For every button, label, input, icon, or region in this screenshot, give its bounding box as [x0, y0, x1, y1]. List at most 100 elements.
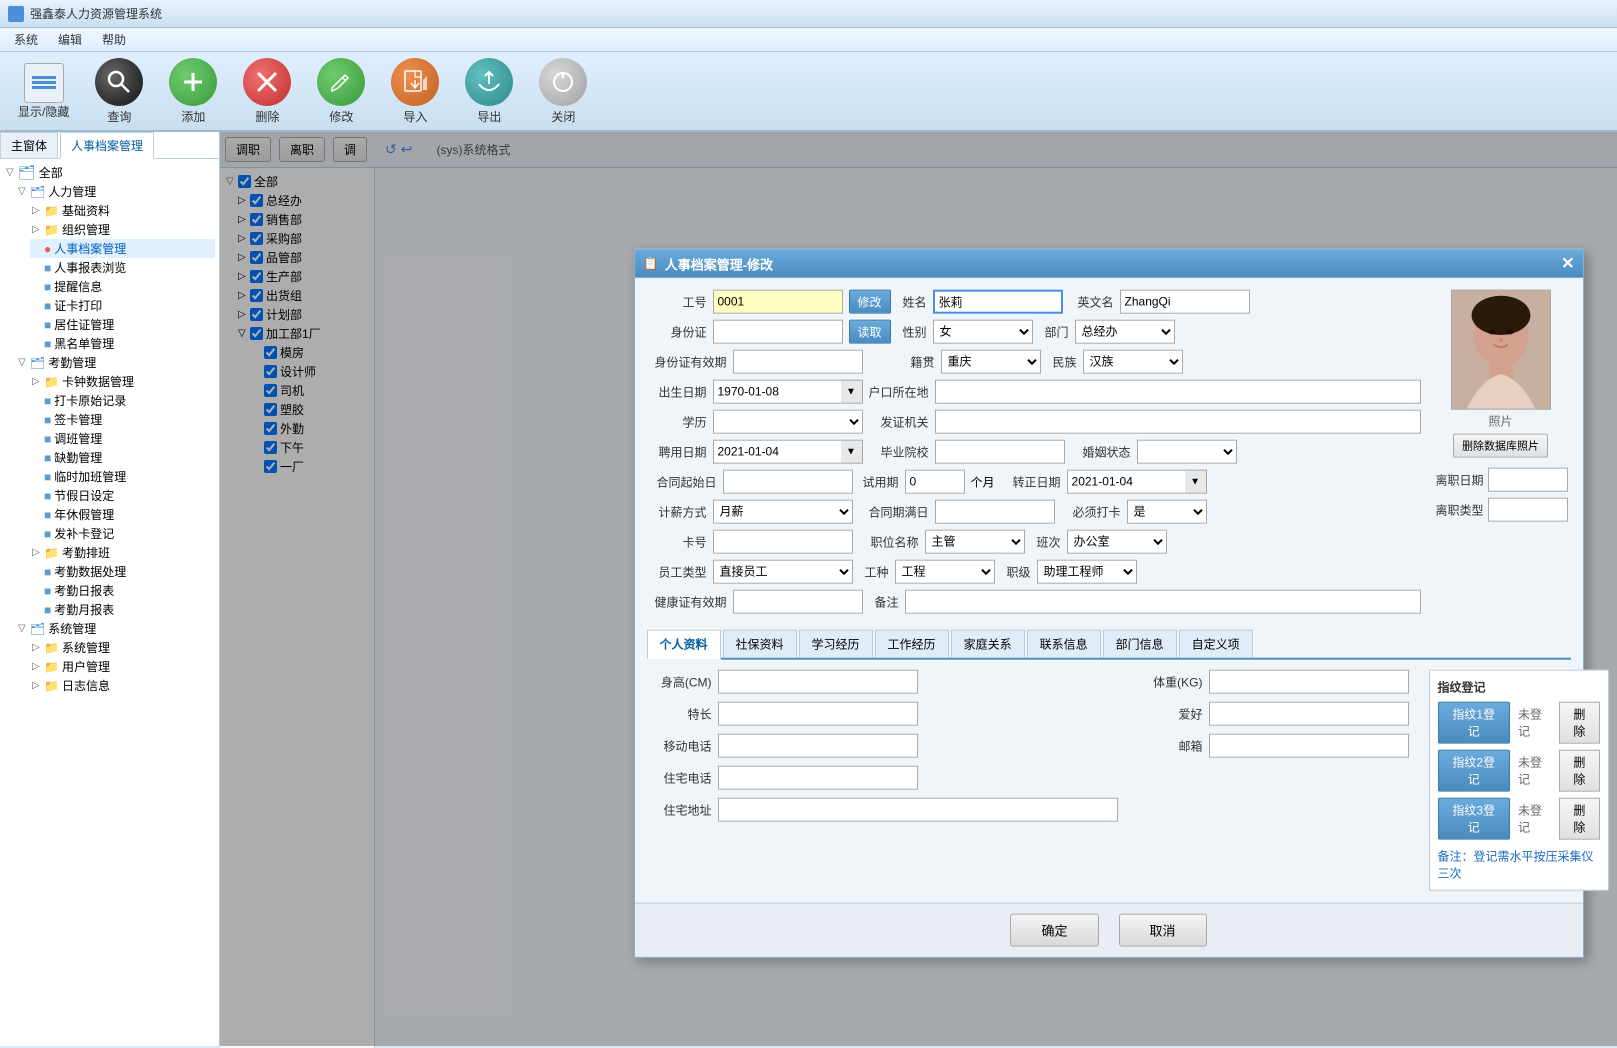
- tab-study-history[interactable]: 学习经历: [799, 630, 873, 658]
- education-select[interactable]: 小学 初中 高中 大专 本科: [713, 410, 863, 434]
- fp1-register-btn[interactable]: 指纹1登记: [1438, 702, 1511, 744]
- dept-select[interactable]: 总经办 销售部: [1075, 320, 1175, 344]
- hobby-input[interactable]: [1209, 702, 1409, 726]
- rank-select[interactable]: 助理工程师 工程师: [1037, 560, 1137, 584]
- tab-hr-archive[interactable]: 人事档案管理: [60, 132, 154, 159]
- contract-end-input[interactable]: [935, 500, 1055, 524]
- departure-type-input[interactable]: [1488, 498, 1568, 522]
- close-app-button[interactable]: 关闭: [531, 54, 595, 129]
- delete-photo-btn[interactable]: 删除数据库照片: [1453, 434, 1548, 458]
- fp2-register-btn[interactable]: 指纹2登记: [1438, 750, 1511, 792]
- payroll-select[interactable]: 月薪 日薪: [713, 500, 853, 524]
- tree-node-overtime[interactable]: ■ 临时加班管理: [30, 467, 215, 486]
- fp3-delete-btn[interactable]: 删除: [1559, 798, 1599, 840]
- menu-system[interactable]: 系统: [4, 29, 48, 50]
- ethnicity-select[interactable]: 汉族: [1083, 350, 1183, 374]
- tab-main-body[interactable]: 主窗体: [0, 132, 58, 158]
- tree-node-reminder[interactable]: ■ 提醒信息: [30, 277, 215, 296]
- tab-contact[interactable]: 联系信息: [1027, 630, 1101, 658]
- english-name-input[interactable]: [1120, 290, 1250, 314]
- issuing-input[interactable]: [935, 410, 1421, 434]
- domicile-select[interactable]: 重庆: [941, 350, 1041, 374]
- card-no-input[interactable]: [713, 530, 853, 554]
- read-btn[interactable]: 读取: [849, 320, 891, 344]
- transfer-date-input[interactable]: [1067, 470, 1185, 494]
- menu-help[interactable]: 帮助: [92, 29, 136, 50]
- marital-select[interactable]: 未婚 已婚: [1137, 440, 1237, 464]
- show-hide-button[interactable]: 显示/隐藏: [10, 59, 77, 124]
- tree-node-annual-leave[interactable]: ■ 年休假管理: [30, 505, 215, 524]
- address-input[interactable]: [718, 798, 1118, 822]
- tree-node-hr-report[interactable]: ■ 人事报表浏览: [30, 258, 215, 277]
- tree-node-absence[interactable]: ■ 缺勤管理: [30, 448, 215, 467]
- remarks-input[interactable]: [905, 590, 1421, 614]
- tree-node-sign-card[interactable]: ■ 签卡管理: [30, 410, 215, 429]
- tree-node-holiday[interactable]: ■ 节假日设定: [30, 486, 215, 505]
- tree-node-blacklist[interactable]: ■ 黑名单管理: [30, 334, 215, 353]
- specialty-input[interactable]: [718, 702, 918, 726]
- health-expiry-input[interactable]: [733, 590, 863, 614]
- work-type-select[interactable]: 工程 生产: [895, 560, 995, 584]
- tree-node-raw-record[interactable]: ■ 打卡原始记录: [30, 391, 215, 410]
- tree-node-reissue-card[interactable]: ■ 发补卡登记: [30, 524, 215, 543]
- tree-node-system[interactable]: ▷ 📁 系统管理: [30, 638, 215, 657]
- import-button[interactable]: 导入: [383, 54, 447, 129]
- id-card-input[interactable]: [713, 320, 843, 344]
- add-button[interactable]: 添加: [161, 54, 225, 129]
- tree-node-users[interactable]: ▷ 📁 用户管理: [30, 657, 215, 676]
- tree-node-org[interactable]: ▷ 📁 组织管理: [30, 220, 215, 239]
- tab-social-insurance[interactable]: 社保资料: [723, 630, 797, 658]
- university-input[interactable]: [935, 440, 1065, 464]
- id-expiry-input[interactable]: [733, 350, 863, 374]
- tree-node-residence[interactable]: ■ 居住证管理: [30, 315, 215, 334]
- modal-close-button[interactable]: ✕: [1561, 254, 1574, 274]
- tree-node-sysadmin[interactable]: ▽ 🗂 系统管理: [16, 619, 215, 638]
- tree-node-shift-change[interactable]: ■ 调班管理: [30, 429, 215, 448]
- weight-input[interactable]: [1209, 670, 1409, 694]
- probation-input[interactable]: [905, 470, 965, 494]
- tree-node-card-data[interactable]: ▷ 📁 卡钟数据管理: [30, 372, 215, 391]
- shift-select[interactable]: 办公室 早班: [1067, 530, 1167, 554]
- tab-custom[interactable]: 自定义项: [1179, 630, 1253, 658]
- modify-btn[interactable]: 修改: [849, 290, 891, 314]
- hire-date-calendar-btn[interactable]: ▼: [841, 440, 863, 464]
- birthdate-input[interactable]: [713, 380, 841, 404]
- tree-node-root[interactable]: ▽ 🗂 全部: [4, 163, 215, 182]
- name-input[interactable]: [933, 290, 1063, 314]
- tab-personal[interactable]: 个人资料: [647, 630, 721, 660]
- household-input[interactable]: [935, 380, 1421, 404]
- position-select[interactable]: 主管 员工: [925, 530, 1025, 554]
- menu-edit[interactable]: 编辑: [48, 29, 92, 50]
- tab-work-history[interactable]: 工作经历: [875, 630, 949, 658]
- fp2-delete-btn[interactable]: 删除: [1559, 750, 1599, 792]
- tree-node-basic[interactable]: ▷ 📁 基础资料: [30, 201, 215, 220]
- email-input[interactable]: [1209, 734, 1409, 758]
- tree-node-schedule[interactable]: ▷ 📁 考勤排班: [30, 543, 215, 562]
- search-button[interactable]: 查询: [87, 54, 151, 129]
- tree-node-attendance[interactable]: ▽ 🗂 考勤管理: [16, 353, 215, 372]
- emp-type-select[interactable]: 直接员工 间接员工: [713, 560, 853, 584]
- gender-select[interactable]: 女 男: [933, 320, 1033, 344]
- emp-id-input[interactable]: [713, 290, 843, 314]
- tree-node-attendance-process[interactable]: ■ 考勤数据处理: [30, 562, 215, 581]
- tree-node-logs[interactable]: ▷ 📁 日志信息: [30, 676, 215, 695]
- tree-node-monthly-report[interactable]: ■ 考勤月报表: [30, 600, 215, 619]
- contract-start-input[interactable]: [723, 470, 853, 494]
- hire-date-input[interactable]: [713, 440, 841, 464]
- confirm-button[interactable]: 确定: [1010, 914, 1098, 947]
- height-input[interactable]: [718, 670, 918, 694]
- delete-button[interactable]: 删除: [235, 54, 299, 129]
- departure-date-input[interactable]: [1488, 468, 1568, 492]
- edit-button[interactable]: 修改: [309, 54, 373, 129]
- transfer-date-calendar-btn[interactable]: ▼: [1185, 470, 1207, 494]
- cancel-button[interactable]: 取消: [1119, 914, 1207, 947]
- must-clock-select[interactable]: 是 否: [1127, 500, 1207, 524]
- birthdate-calendar-btn[interactable]: ▼: [841, 380, 863, 404]
- tab-family[interactable]: 家庭关系: [951, 630, 1025, 658]
- export-button[interactable]: 导出: [457, 54, 521, 129]
- tree-node-hr[interactable]: ▽ 🗂 人力管理: [16, 182, 215, 201]
- mobile-input[interactable]: [718, 734, 918, 758]
- tree-node-daily-report[interactable]: ■ 考勤日报表: [30, 581, 215, 600]
- tree-node-hr-archive[interactable]: ● 人事档案管理: [30, 239, 215, 258]
- fp3-register-btn[interactable]: 指纹3登记: [1438, 798, 1511, 840]
